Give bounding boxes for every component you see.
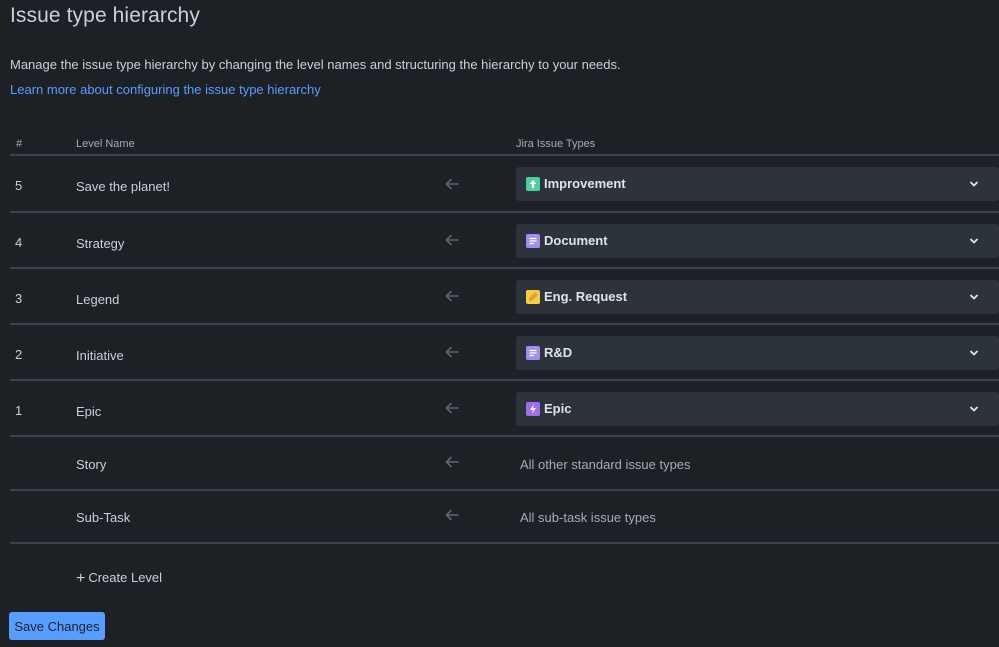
column-header-level-name: Level Name [76, 138, 135, 150]
arrow-left-icon [445, 346, 459, 358]
level-number: 3 [15, 291, 23, 306]
page-title: Issue type hierarchy [10, 4, 200, 27]
table-row: 3 Legend Eng. Request [10, 269, 999, 325]
table-row: Story All other standard issue types [10, 437, 999, 491]
create-level-button[interactable]: + Create Level [76, 570, 162, 588]
chevron-down-icon [970, 294, 978, 300]
level-name[interactable]: Legend [76, 292, 119, 307]
level-number: 5 [15, 178, 23, 193]
selected-issue-type: Epic [544, 401, 572, 416]
arrow-left-icon [445, 290, 459, 302]
arrow-left-icon [445, 402, 459, 414]
issue-type-hierarchy-page: Issue type hierarchy Manage the issue ty… [0, 0, 999, 647]
arrow-left-icon [445, 509, 459, 521]
selected-issue-type: Eng. Request [544, 289, 628, 304]
level-name: Story [76, 457, 107, 472]
chevron-down-icon [970, 238, 978, 244]
level-number: 4 [15, 235, 23, 250]
create-level-label: Create Level [88, 570, 163, 585]
table-row: 2 Initiative R&D [10, 325, 999, 381]
arrow-left-icon [445, 178, 459, 190]
level-name[interactable]: Strategy [76, 236, 124, 251]
chevron-down-icon [970, 406, 978, 412]
chevron-down-icon [970, 181, 978, 187]
chevron-down-icon [970, 350, 978, 356]
save-changes-button[interactable]: Save Changes [9, 612, 105, 640]
level-name[interactable]: Epic [76, 404, 101, 419]
eng-request-icon [526, 290, 540, 304]
table-row: 1 Epic Epic [10, 381, 999, 437]
issue-type-description: All sub-task issue types [520, 510, 656, 525]
rnd-icon [526, 346, 540, 360]
page-description: Manage the issue type hierarchy by chang… [10, 57, 621, 72]
learn-more-link[interactable]: Learn more about configuring the issue t… [10, 82, 321, 97]
selected-issue-type: Improvement [544, 176, 626, 191]
issue-type-description: All other standard issue types [520, 457, 691, 472]
document-icon [526, 234, 540, 248]
table-row: 5 Save the planet! Improvement [10, 156, 999, 213]
level-number: 1 [15, 403, 23, 418]
table-row: Sub-Task All sub-task issue types [10, 491, 999, 544]
arrow-left-icon [445, 234, 459, 246]
plus-icon: + [76, 570, 86, 587]
column-header-num: # [16, 138, 23, 150]
issue-type-select[interactable]: R&D [516, 336, 999, 370]
level-name[interactable]: Save the planet! [76, 179, 170, 194]
table-header: # Level Name Jira Issue Types [10, 137, 999, 156]
issue-type-select[interactable]: Document [516, 224, 999, 258]
improvement-icon [526, 177, 540, 191]
selected-issue-type: Document [544, 233, 608, 248]
table-row: 4 Strategy Document [10, 213, 999, 269]
level-number: 2 [15, 347, 23, 362]
arrow-left-icon [445, 456, 459, 468]
issue-type-select[interactable]: Improvement [516, 167, 999, 201]
issue-type-select[interactable]: Epic [516, 392, 999, 426]
epic-icon [526, 402, 540, 416]
column-header-issue-types: Jira Issue Types [516, 138, 596, 150]
selected-issue-type: R&D [544, 345, 573, 360]
issue-type-select[interactable]: Eng. Request [516, 280, 999, 314]
level-name: Sub-Task [76, 510, 131, 525]
level-name[interactable]: Initiative [76, 348, 124, 363]
